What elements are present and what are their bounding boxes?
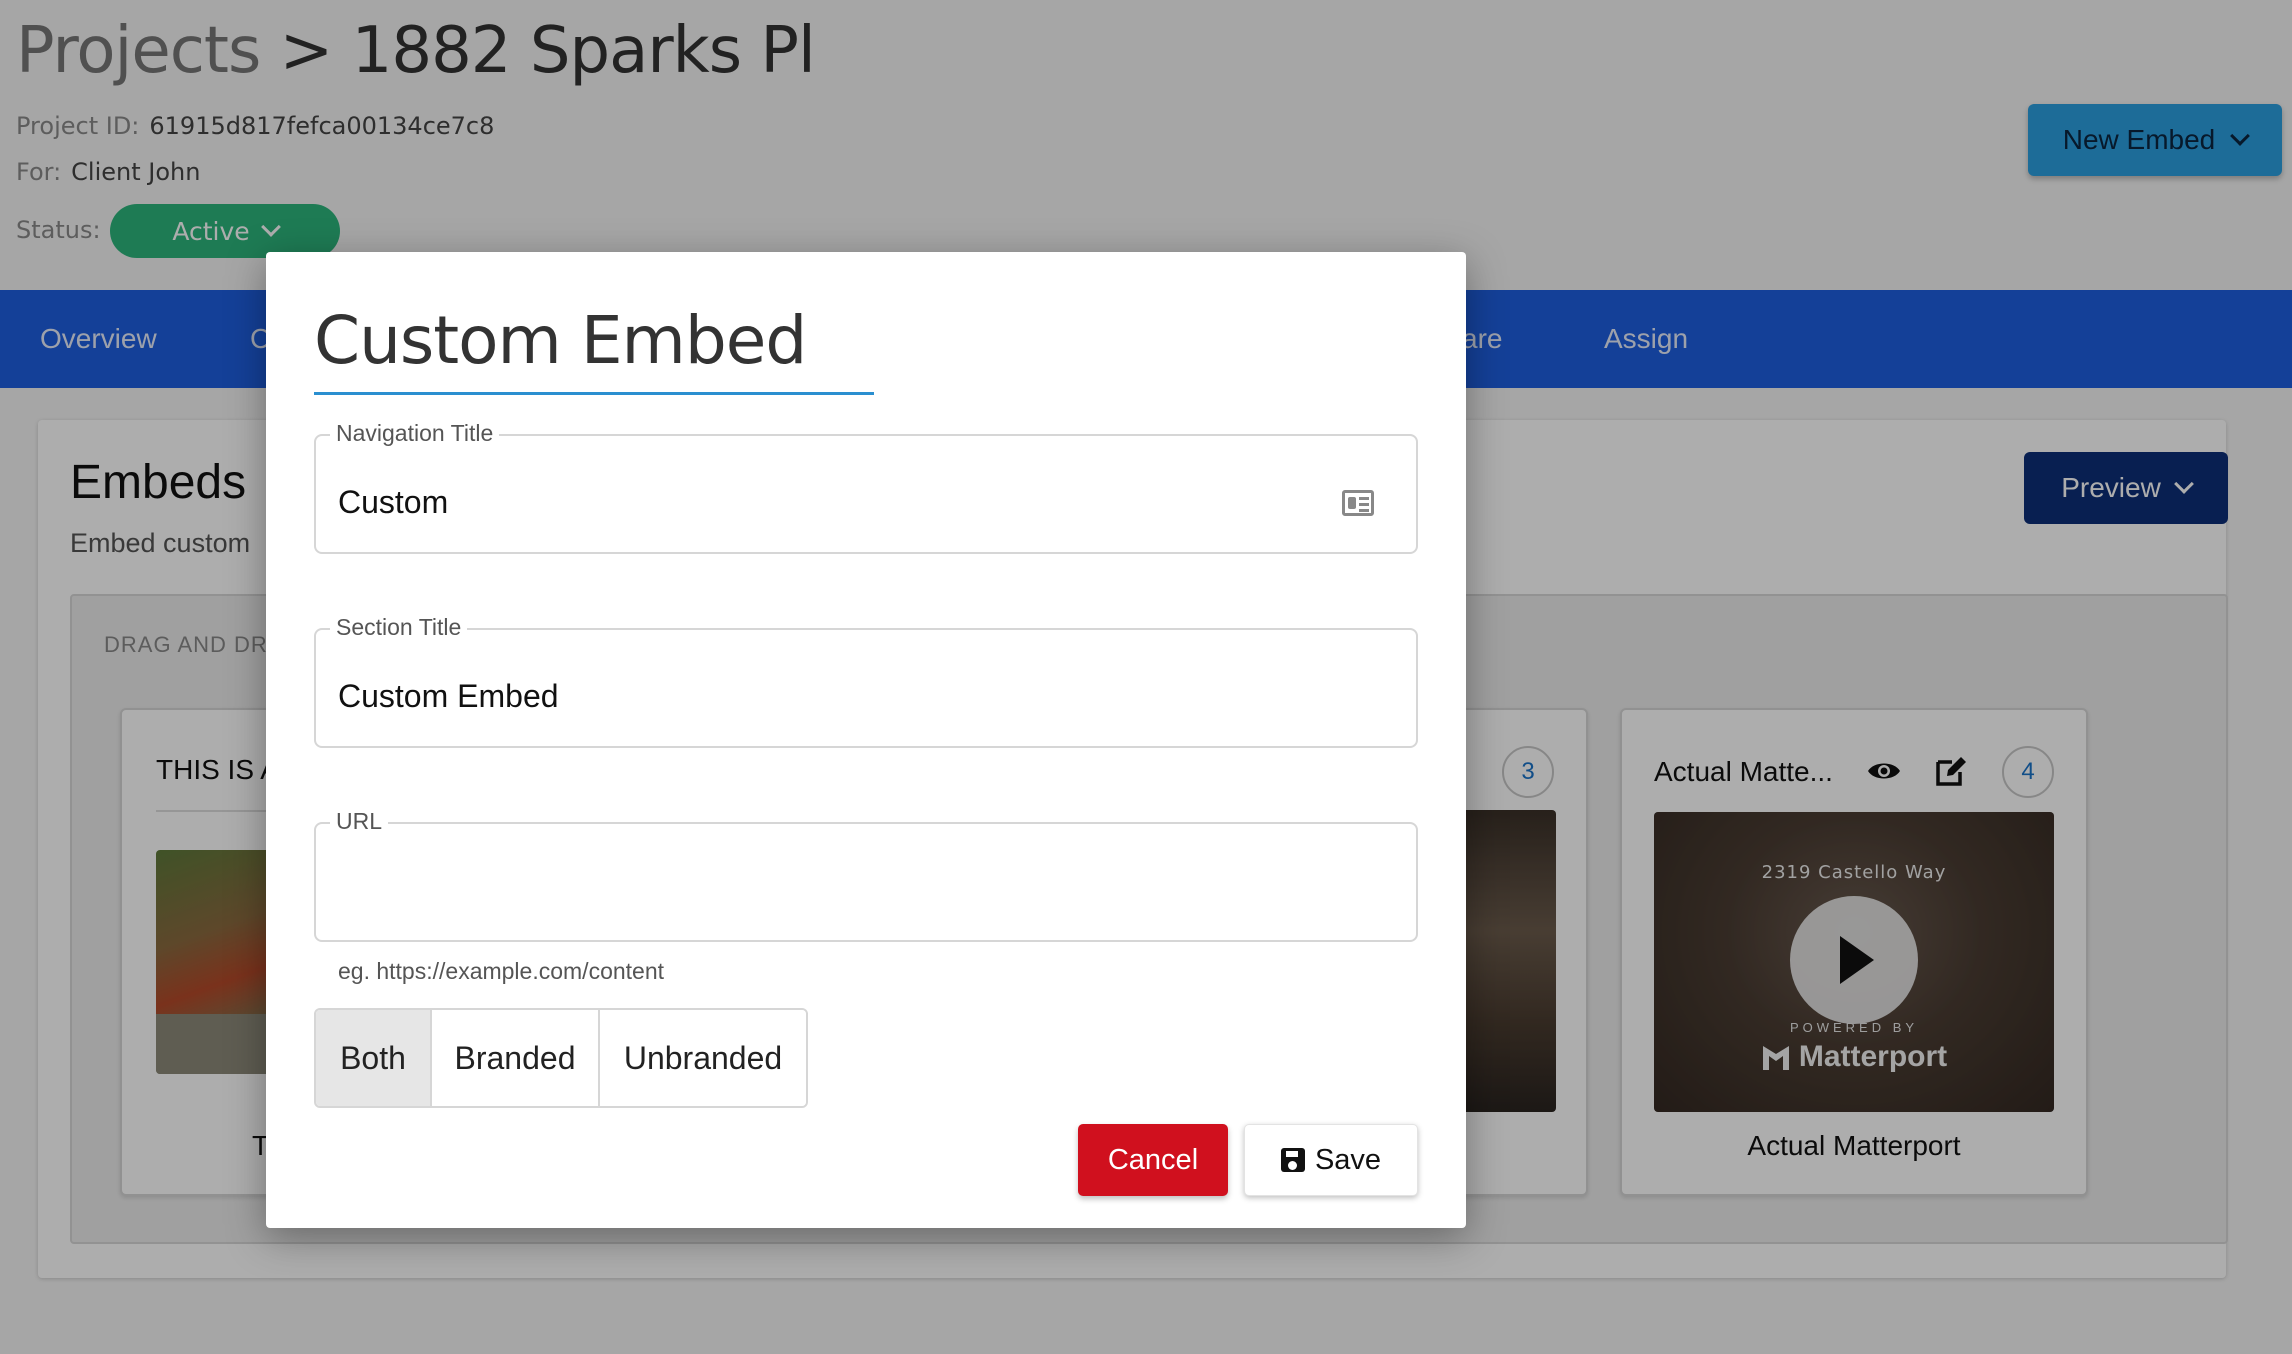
segment-both[interactable]: Both bbox=[316, 1010, 432, 1106]
save-label: Save bbox=[1314, 1143, 1382, 1176]
save-icon bbox=[1280, 1148, 1305, 1172]
url-hint: eg. https://example.com/content bbox=[338, 958, 665, 984]
url-field[interactable]: URL bbox=[314, 808, 1418, 942]
id-card-icon bbox=[1342, 490, 1374, 516]
section-title-field[interactable]: Section Title Custom Embed bbox=[314, 614, 1418, 748]
title-underline bbox=[314, 392, 874, 395]
segment-unbranded[interactable]: Unbranded bbox=[600, 1010, 806, 1106]
custom-embed-dialog: Custom Embed Navigation Title Custom Sec… bbox=[266, 252, 1466, 1228]
save-button[interactable]: Save bbox=[1244, 1124, 1418, 1196]
navigation-title-label: Navigation Title bbox=[330, 420, 500, 447]
navigation-title-field[interactable]: Navigation Title Custom bbox=[314, 420, 1418, 554]
branding-toggle-group: Both Branded Unbranded bbox=[314, 1008, 808, 1108]
segment-branded[interactable]: Branded bbox=[432, 1010, 600, 1106]
section-title-input[interactable]: Custom Embed bbox=[338, 678, 1338, 715]
section-title-label: Section Title bbox=[330, 614, 468, 641]
cancel-button[interactable]: Cancel bbox=[1078, 1124, 1228, 1196]
url-label: URL bbox=[330, 808, 389, 835]
navigation-title-input[interactable]: Custom bbox=[338, 484, 1338, 521]
dialog-title: Custom Embed bbox=[314, 302, 807, 379]
